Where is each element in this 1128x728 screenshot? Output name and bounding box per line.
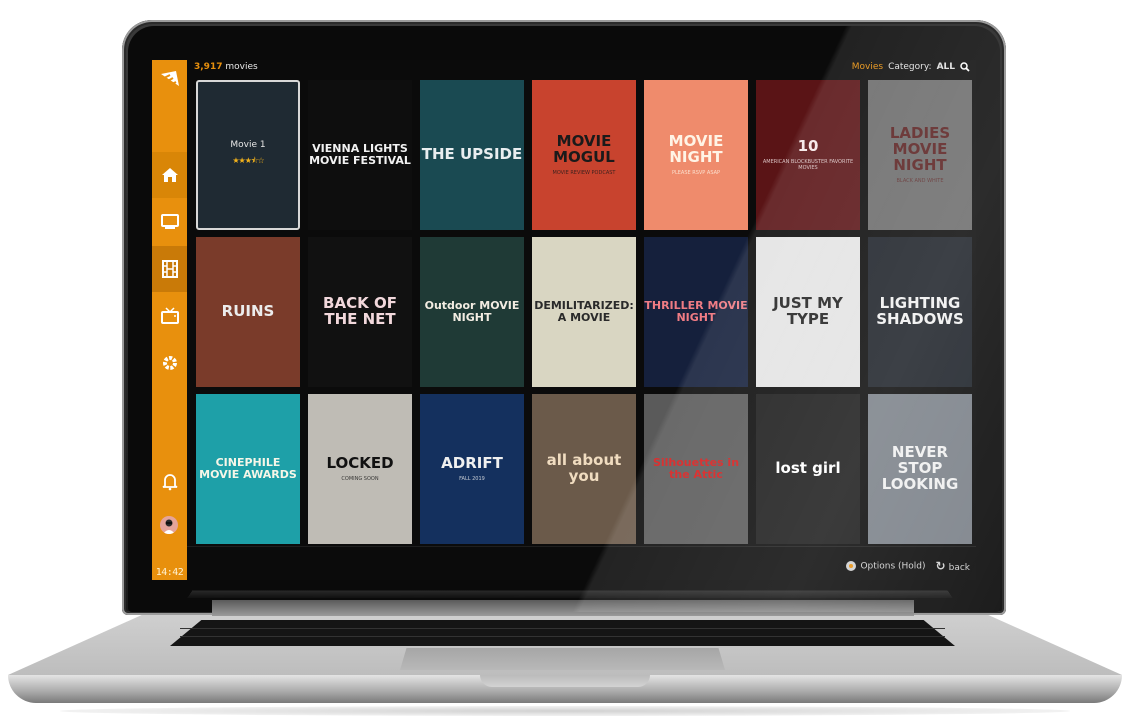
rating-stars: ★★★⯪☆ xyxy=(232,155,264,165)
movie-title: all about you xyxy=(546,451,622,485)
movie-card[interactable]: ADRIFT FALL 2019 xyxy=(420,394,524,544)
movie-card[interactable]: LOCKED COMING SOON xyxy=(308,394,412,544)
top-controls: Movies Category: ALL xyxy=(852,62,970,72)
film-icon xyxy=(161,260,178,278)
sidebar-item-settings[interactable] xyxy=(152,340,187,386)
sidebar-item-notifications[interactable] xyxy=(152,458,187,504)
home-icon xyxy=(161,168,178,182)
movie-title: lost girl xyxy=(775,459,841,478)
bell-icon xyxy=(162,474,177,491)
sidebar-item-movies[interactable] xyxy=(152,246,187,292)
movie-title: LOCKED xyxy=(326,454,394,473)
movie-subtitle: PLEASE RSVP ASAP xyxy=(671,169,721,176)
movie-title: LIGHTING SHADOWS xyxy=(876,294,964,328)
movie-subtitle: COMING SOON xyxy=(341,475,379,482)
options-button[interactable]: Options (Hold) xyxy=(846,560,926,572)
movie-card[interactable]: CINEPHILE MOVIE AWARDS xyxy=(196,394,300,544)
movie-card[interactable]: all about you xyxy=(532,394,636,544)
movie-count-value: 3,917 xyxy=(194,62,223,72)
movie-subtitle: FALL 2019 xyxy=(459,475,485,482)
movie-title: Movie 1 xyxy=(230,140,266,151)
gear-icon xyxy=(162,356,177,370)
category-prefix: Category: xyxy=(888,62,932,72)
movie-card[interactable]: RUINS xyxy=(196,237,300,387)
app-logo[interactable] xyxy=(152,60,187,100)
movie-subtitle: BLACK AND WHITE xyxy=(896,177,944,184)
movie-card[interactable]: Silhouettes in the Attic xyxy=(644,394,748,544)
movie-card[interactable]: LADIES MOVIE NIGHT BLACK AND WHITE xyxy=(868,80,972,230)
movie-card[interactable]: MOVIE NIGHT PLEASE RSVP ASAP xyxy=(644,80,748,230)
bottom-bar: Options (Hold) ↻ back xyxy=(187,546,976,580)
movie-card[interactable]: lost girl xyxy=(756,394,860,544)
movie-card-selected[interactable]: Movie 1 ★★★⯪☆ xyxy=(196,80,300,230)
movie-title: DEMILITARIZED: A MOVIE xyxy=(534,299,634,324)
sidebar-item-tv[interactable] xyxy=(152,199,187,245)
movie-title: MOVIE MOGUL xyxy=(553,132,615,166)
movie-title: ADRIFT xyxy=(441,454,503,473)
movie-card[interactable]: 10 AMERICAN BLOCKBUSTER FAVORITE MOVIES xyxy=(756,80,860,230)
monitor-icon xyxy=(160,214,179,229)
app-screen: 14:42 3,917 movies Movies Category: ALL … xyxy=(152,60,976,580)
back-label: back xyxy=(948,563,970,573)
lid-notch xyxy=(480,675,650,687)
sidebar-item-home[interactable] xyxy=(152,152,187,198)
section-movies[interactable]: Movies xyxy=(852,62,883,72)
movie-card[interactable]: LIGHTING SHADOWS xyxy=(868,237,972,387)
movie-card[interactable]: JUST MY TYPE xyxy=(756,237,860,387)
options-label: Options (Hold) xyxy=(860,561,926,572)
movie-title: JUST MY TYPE xyxy=(773,294,843,328)
hinge-vent xyxy=(187,590,953,598)
clock: 14:42 xyxy=(155,567,184,578)
sidebar: 14:42 xyxy=(152,60,187,580)
movie-title: NEVER STOP LOOKING xyxy=(881,443,959,493)
keyboard xyxy=(170,620,955,646)
category-select[interactable]: ALL xyxy=(937,62,955,72)
movie-count: 3,917 movies xyxy=(194,62,258,72)
movie-title: CINEPHILE MOVIE AWARDS xyxy=(199,456,297,481)
movie-card[interactable]: BACK OF THE NET xyxy=(308,237,412,387)
user-avatar[interactable] xyxy=(160,516,178,534)
movie-card[interactable]: THE UPSIDE xyxy=(420,80,524,230)
keyboard-row xyxy=(180,636,945,637)
movie-title: THRILLER MOVIE NIGHT xyxy=(644,299,748,324)
movie-title: 10 xyxy=(797,137,819,156)
movie-title: MOVIE NIGHT xyxy=(668,132,724,166)
movie-grid: Movie 1 ★★★⯪☆ VIENNA LIGHTS MOVIE FESTIVAL… xyxy=(196,80,976,546)
movie-card[interactable]: Outdoor MOVIE NIGHT xyxy=(420,237,524,387)
movie-title: Silhouettes in the Attic xyxy=(652,456,740,481)
keyboard-row xyxy=(180,628,945,629)
movie-title: LADIES MOVIE NIGHT xyxy=(889,124,951,174)
movie-title: Outdoor MOVIE NIGHT xyxy=(424,299,520,324)
search-icon[interactable] xyxy=(960,62,970,72)
options-icon xyxy=(846,560,857,571)
retro-tv-icon xyxy=(160,307,179,324)
movie-subtitle: MOVIE REVIEW PODCAST xyxy=(552,169,616,176)
avatar-icon xyxy=(163,519,175,534)
back-arrow-icon: ↻ xyxy=(935,559,946,573)
movie-title: BACK OF THE NET xyxy=(323,294,397,328)
back-button[interactable]: ↻ back xyxy=(936,559,970,573)
trackpad xyxy=(400,648,725,670)
movie-title: THE UPSIDE xyxy=(421,145,523,164)
footer-actions: Options (Hold) ↻ back xyxy=(846,559,970,573)
movie-card[interactable]: DEMILITARIZED: A MOVIE xyxy=(532,237,636,387)
movie-card[interactable]: NEVER STOP LOOKING xyxy=(868,394,972,544)
sidebar-item-live-tv[interactable] xyxy=(152,293,187,339)
movie-title: VIENNA LIGHTS MOVIE FESTIVAL xyxy=(309,142,411,167)
movie-subtitle: AMERICAN BLOCKBUSTER FAVORITE MOVIES xyxy=(762,158,854,171)
movie-card[interactable]: VIENNA LIGHTS MOVIE FESTIVAL xyxy=(308,80,412,230)
movie-count-label: movies xyxy=(225,62,258,72)
app-logo-icon xyxy=(160,71,179,87)
movie-card[interactable]: THRILLER MOVIE NIGHT xyxy=(644,237,748,387)
movie-title: RUINS xyxy=(221,302,275,321)
laptop-shadow xyxy=(60,706,1070,716)
hinge xyxy=(212,600,914,616)
movie-card[interactable]: MOVIE MOGUL MOVIE REVIEW PODCAST xyxy=(532,80,636,230)
